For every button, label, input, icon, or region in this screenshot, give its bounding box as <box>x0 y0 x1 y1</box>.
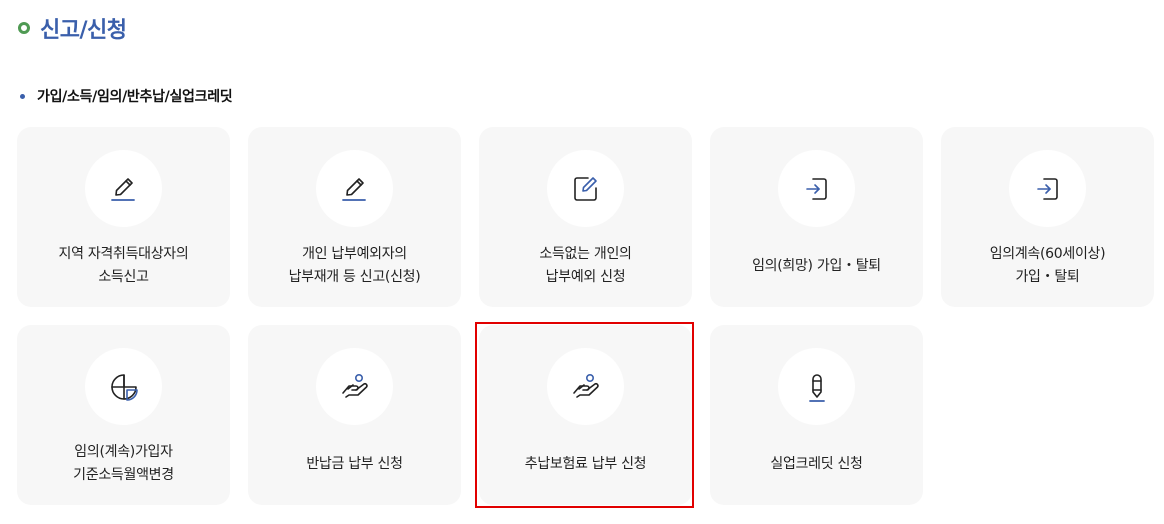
sign-in-icon <box>1009 150 1086 227</box>
card-payment-exception-request[interactable]: 소득없는 개인의 납부예외 신청 <box>479 127 692 307</box>
card-continued-join-leave[interactable]: 임의계속(60세이상) 가입・탈퇴 <box>941 127 1154 307</box>
section-header: 신고/신청 <box>18 12 127 44</box>
card-voluntary-join-leave[interactable]: 임의(희망) 가입・탈퇴 <box>710 127 923 307</box>
card-label: 소득없는 개인의 납부예외 신청 <box>539 246 632 285</box>
card-late-premium-payment-request[interactable]: 추납보험료 납부 신청 <box>479 325 692 505</box>
card-payment-resume-report[interactable]: 개인 납부예외자의 납부재개 등 신고(신청) <box>248 127 461 307</box>
card-income-change[interactable]: 임의(계속)가입자 기준소득월액변경 <box>17 325 230 505</box>
pencil-underline-icon <box>316 150 393 227</box>
card-label: 반납금 납부 신청 <box>306 455 403 472</box>
card-label: 지역 자격취득대상자의 소득신고 <box>58 246 189 285</box>
card-unemployment-credit-request[interactable]: 실업크레딧 신청 <box>710 325 923 505</box>
hand-payment-icon <box>316 348 393 425</box>
card-refund-payment-request[interactable]: 반납금 납부 신청 <box>248 325 461 505</box>
section-title: 신고/신청 <box>40 18 127 43</box>
pencil-underline-icon <box>85 150 162 227</box>
card-label: 임의(계속)가입자 기준소득월액변경 <box>73 444 174 483</box>
subsection-title: 가입/소득/임의/반추납/실업크레딧 <box>37 89 233 105</box>
dot-bullet-icon <box>20 93 25 99</box>
card-label: 추납보험료 납부 신청 <box>524 455 647 472</box>
card-label: 개인 납부예외자의 납부재개 등 신고(신청) <box>288 246 421 285</box>
pie-chart-icon <box>85 348 162 425</box>
sign-in-icon <box>778 150 855 227</box>
circle-bullet-icon <box>18 22 30 34</box>
card-regional-income-report[interactable]: 지역 자격취득대상자의 소득신고 <box>17 127 230 307</box>
hand-payment-icon <box>547 348 624 425</box>
subsection-header: 가입/소득/임의/반추납/실업크레딧 <box>20 86 233 106</box>
card-label: 임의계속(60세이상) 가입・탈퇴 <box>989 246 1106 285</box>
pen-icon <box>778 348 855 425</box>
edit-square-icon <box>547 150 624 227</box>
card-label: 실업크레딧 신청 <box>770 455 863 472</box>
card-label: 임의(희망) 가입・탈퇴 <box>752 257 881 274</box>
